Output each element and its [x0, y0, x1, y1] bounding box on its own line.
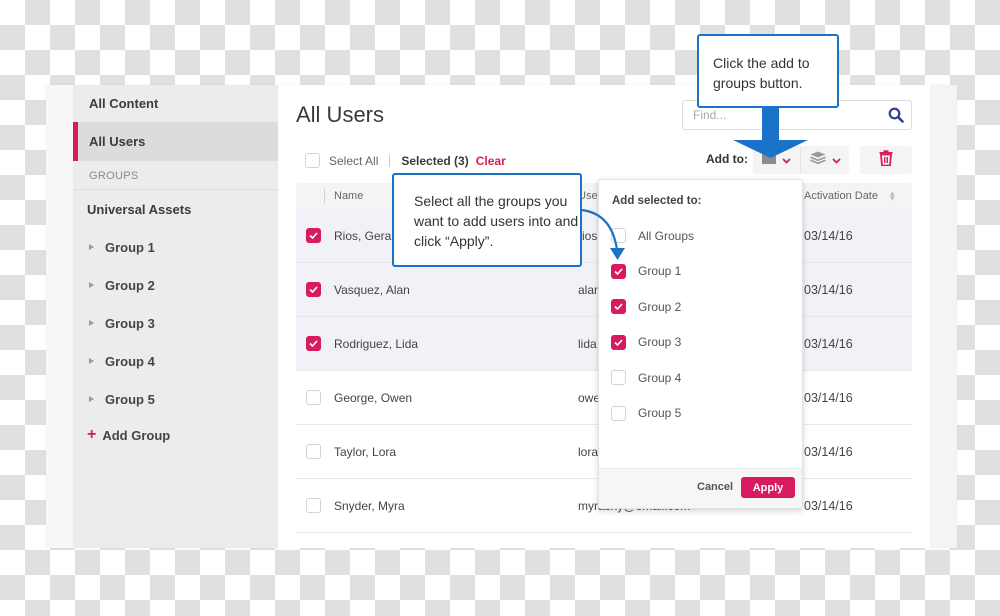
option-label: Group 2 — [638, 299, 682, 314]
column-header-name[interactable]: Name — [334, 190, 363, 202]
add-to-collections-button[interactable] — [801, 146, 849, 174]
callout-select-groups: Select all the groups you want to add us… — [392, 173, 582, 267]
divider — [389, 154, 391, 167]
option-checkbox[interactable] — [611, 334, 626, 350]
expand-triangle-icon[interactable] — [89, 358, 94, 364]
groups-section-header: GROUPS — [73, 162, 278, 190]
option-label: All Groups — [638, 228, 695, 243]
sort-icon[interactable]: ▴ ▾ — [890, 189, 895, 203]
dropdown-option[interactable]: Group 5 — [611, 405, 682, 421]
cell-activation-date: 03/14/16 — [804, 228, 853, 243]
row-checkbox[interactable] — [306, 498, 321, 513]
selection-toolbar: Select All Selected (3) Clear — [305, 153, 506, 168]
trash-icon — [879, 149, 893, 171]
row-checkbox[interactable] — [306, 390, 321, 405]
expand-triangle-icon[interactable] — [89, 396, 94, 402]
select-all-checkbox[interactable] — [305, 153, 320, 168]
row-checkbox[interactable] — [306, 282, 321, 297]
cell-username: owe — [578, 390, 601, 405]
cell-name: Vasquez, Alan — [334, 282, 410, 297]
dropdown-option[interactable]: All Groups — [611, 228, 694, 243]
sidebar-group-2[interactable]: Group 2 — [73, 270, 278, 300]
cell-name: Rios, Geral — [334, 228, 395, 243]
option-checkbox[interactable] — [611, 299, 626, 314]
sidebar-group-3[interactable]: Group 3 — [73, 308, 278, 338]
folder-icon — [762, 151, 776, 169]
sidebar-group-4[interactable]: Group 4 — [73, 346, 278, 376]
group-label: Group 5 — [105, 391, 155, 407]
row-checkbox[interactable] — [306, 336, 321, 351]
cell-name: Rodriguez, Lida — [334, 336, 419, 351]
cell-name: Snyder, Myra — [334, 498, 405, 513]
app-window: All Content All Users GROUPS Universal A… — [46, 85, 957, 548]
row-checkbox[interactable] — [306, 444, 321, 459]
cell-username: lida — [578, 336, 597, 351]
cell-activation-date: 03/14/16 — [804, 390, 853, 405]
option-label: Group 1 — [638, 264, 682, 278]
option-checkbox[interactable] — [611, 263, 626, 279]
dropdown-option[interactable]: Group 4 — [611, 370, 681, 385]
chevron-down-icon — [782, 151, 791, 169]
add-group-button[interactable]: + Add Group — [87, 427, 170, 443]
sidebar: All Content All Users GROUPS Universal A… — [73, 85, 278, 548]
option-label: Group 3 — [638, 335, 682, 349]
search-icon[interactable] — [888, 107, 904, 128]
sidebar-item-universal-assets[interactable]: Universal Assets — [73, 193, 278, 225]
delete-button[interactable] — [860, 146, 912, 174]
cell-name: George, Owen — [334, 390, 413, 405]
apply-button[interactable]: Apply — [741, 477, 795, 498]
option-checkbox[interactable] — [611, 405, 626, 421]
layers-icon — [809, 151, 826, 169]
option-label: Group 5 — [638, 406, 682, 420]
add-to-label: Add to: — [706, 152, 748, 166]
expand-triangle-icon[interactable] — [89, 244, 94, 250]
expand-triangle-icon[interactable] — [89, 282, 94, 288]
chevron-down-icon — [831, 151, 841, 169]
clear-selection-link[interactable]: Clear — [476, 154, 506, 168]
sidebar-group-1[interactable]: Group 1 — [73, 232, 278, 262]
option-checkbox[interactable] — [611, 370, 626, 385]
dropdown-option[interactable]: Group 1 — [611, 263, 682, 279]
sidebar-item-label: Universal Assets — [87, 201, 192, 217]
dropdown-title: Add selected to: — [612, 195, 702, 207]
section-label: GROUPS — [89, 169, 139, 182]
option-checkbox[interactable] — [611, 228, 626, 243]
column-divider — [324, 188, 325, 204]
select-all-label[interactable]: Select All — [329, 154, 378, 168]
group-label: Group 3 — [105, 315, 155, 331]
group-label: Group 1 — [105, 239, 155, 255]
dropdown-option[interactable]: Group 2 — [611, 299, 681, 314]
cancel-button[interactable]: Cancel — [697, 481, 733, 493]
callout-add-to-groups: Click the add to groups button. — [697, 34, 839, 108]
group-label: Group 2 — [105, 277, 155, 293]
expand-triangle-icon[interactable] — [89, 320, 94, 326]
sidebar-item-label: All Content — [89, 95, 159, 111]
right-panel-edge — [930, 85, 957, 548]
option-label: Group 4 — [638, 370, 682, 385]
cell-activation-date: 03/14/16 — [804, 282, 853, 297]
cell-activation-date: 03/14/16 — [804, 444, 853, 459]
add-group-label: Add Group — [102, 427, 171, 443]
plus-icon: + — [87, 426, 97, 443]
sidebar-item-all-users[interactable]: All Users — [73, 122, 278, 161]
column-header-activation-date[interactable]: Activation Date — [804, 190, 878, 202]
sidebar-item-label: All Users — [89, 134, 146, 149]
dropdown-option[interactable]: Group 3 — [611, 334, 682, 350]
cell-activation-date: 03/14/16 — [804, 498, 853, 513]
cell-name: Taylor, Lora — [334, 444, 397, 459]
dropdown-footer: Cancel Apply — [599, 468, 802, 508]
add-to-groups-dropdown: Add selected to: All Groups Group 1 Group … — [598, 179, 803, 509]
sidebar-item-all-content[interactable]: All Content — [73, 85, 278, 121]
selected-count: Selected (3) — [401, 153, 469, 168]
page-title: All Users — [296, 102, 385, 127]
add-to-groups-button[interactable] — [753, 146, 801, 174]
sidebar-group-5[interactable]: Group 5 — [73, 384, 278, 414]
row-checkbox[interactable] — [306, 228, 321, 243]
cell-username: lora — [578, 444, 599, 459]
cell-activation-date: 03/14/16 — [804, 336, 853, 351]
group-label: Group 4 — [105, 353, 155, 369]
